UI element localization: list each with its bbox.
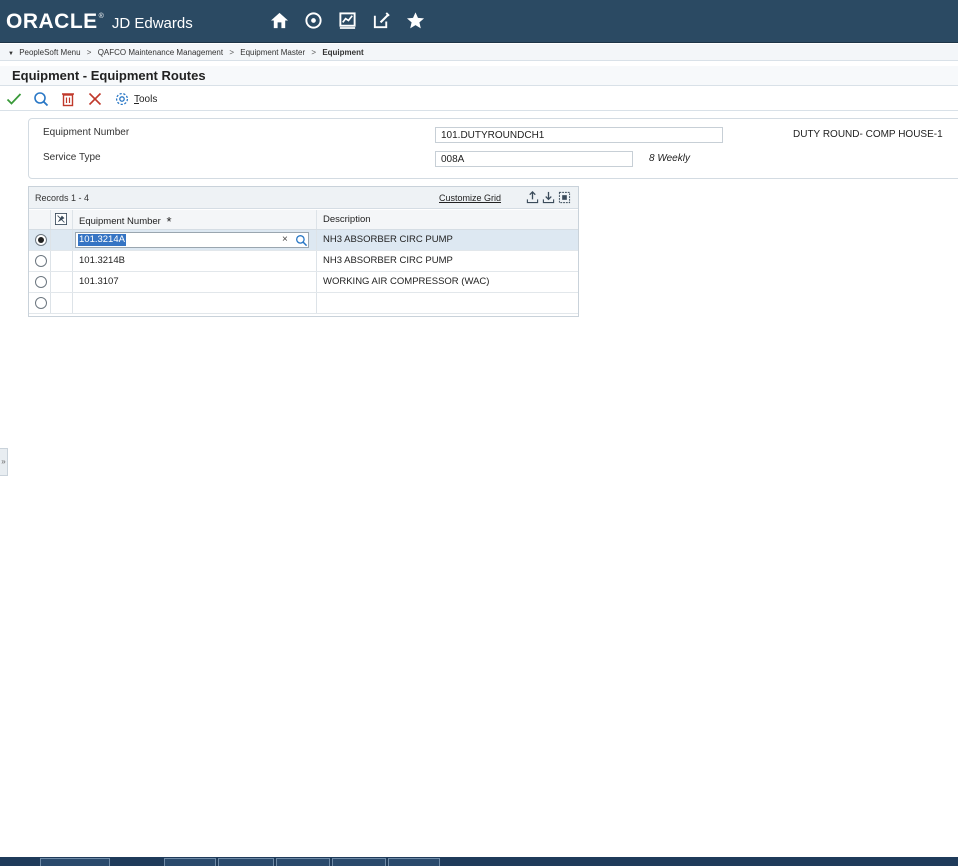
top-banner: ORACLE ® JD Edwards: [0, 0, 958, 43]
row-select-cell: [29, 251, 51, 271]
column-header-description[interactable]: Description: [317, 210, 578, 229]
search-icon[interactable]: [295, 234, 308, 247]
watchlist-icon[interactable]: [336, 9, 358, 31]
find-button[interactable]: [33, 89, 49, 109]
grid-filter-icon: [55, 213, 67, 225]
column-header-equipment-number[interactable]: Equipment Number *: [73, 210, 317, 229]
required-marker: *: [166, 214, 172, 229]
row-radio[interactable]: [35, 276, 47, 288]
row-select-cell: [29, 293, 51, 313]
breadcrumb-item-equipment-master[interactable]: Equipment Master: [240, 48, 305, 57]
favorites-icon[interactable]: [404, 9, 426, 31]
row-icon-cell: [51, 230, 73, 250]
equipment-routes-grid: Records 1 - 4 Customize Grid Equipment N…: [28, 186, 579, 317]
table-row[interactable]: 101.3214B NH3 ABSORBER CIRC PUMP: [29, 251, 578, 272]
equipment-number-field[interactable]: [435, 127, 723, 143]
brand-registered-mark: ®: [98, 13, 104, 20]
tools-button[interactable]: Tools: [114, 89, 157, 109]
breadcrumb-separator: >: [229, 48, 235, 57]
page-title: Equipment - Equipment Routes: [0, 66, 958, 86]
breadcrumb-separator: >: [311, 48, 317, 57]
row-radio[interactable]: [35, 297, 47, 309]
taskbar-item[interactable]: [276, 858, 330, 866]
table-row[interactable]: 101.3107 WORKING AIR COMPRESSOR (WAC): [29, 272, 578, 293]
service-type-field[interactable]: [435, 151, 633, 167]
home-icon[interactable]: [268, 9, 290, 31]
customize-grid-link[interactable]: Customize Grid: [439, 193, 501, 203]
equipment-description: DUTY ROUND- COMP HOUSE-1: [793, 129, 943, 140]
equipment-number-input[interactable]: 101.3214A ×: [75, 232, 309, 248]
records-count: Records 1 - 4: [35, 193, 90, 203]
oracle-jde-logo[interactable]: ORACLE ® JD Edwards: [6, 10, 193, 33]
service-type-label: Service Type: [43, 152, 101, 163]
taskbar: [0, 857, 958, 866]
delete-icon: [62, 93, 74, 107]
ok-icon: [6, 93, 22, 105]
description-cell: NH3 ABSORBER CIRC PUMP: [323, 234, 453, 245]
taskbar-item[interactable]: [164, 858, 216, 866]
row-radio[interactable]: [35, 255, 47, 267]
banner-nav: [268, 9, 426, 31]
form-toolbar: Tools: [0, 88, 958, 111]
brand-product-name: JD Edwards: [111, 15, 193, 32]
maximize-grid-icon[interactable]: [557, 190, 571, 204]
row-icon-cell: [51, 272, 73, 292]
description-cell: NH3 ABSORBER CIRC PUMP: [323, 255, 453, 266]
tools-icon: [115, 92, 129, 106]
row-select-cell: [29, 272, 51, 292]
ok-button[interactable]: [6, 89, 22, 109]
cancel-icon: [88, 92, 102, 106]
breadcrumb-item-qafco-maintenance[interactable]: QAFCO Maintenance Management: [98, 48, 223, 57]
breadcrumb-item-peoplesoft-menu[interactable]: PeopleSoft Menu: [19, 48, 80, 57]
export-icon[interactable]: [525, 190, 539, 204]
equipment-number-cell[interactable]: 101.3214B: [73, 251, 317, 271]
header-panel: Equipment Number DUTY ROUND- COMP HOUSE-…: [28, 118, 958, 179]
service-type-description: 8 Weekly: [649, 153, 690, 164]
row-select-cell: [29, 230, 51, 250]
equipment-number-cell[interactable]: 101.3107: [73, 272, 317, 292]
table-row[interactable]: 101.3214A × NH3 ABSORBER CIRC PUMP: [29, 230, 578, 251]
column-header-equipment-number-label: Equipment Number: [79, 216, 161, 227]
grid-header-icon-cell[interactable]: [51, 210, 73, 229]
cancel-button[interactable]: [87, 89, 103, 109]
taskbar-item[interactable]: [388, 858, 440, 866]
row-radio[interactable]: [35, 234, 47, 246]
breadcrumb-menu-caret-icon[interactable]: ▼: [8, 51, 14, 57]
brand-oracle: ORACLE: [6, 10, 98, 33]
find-icon: [34, 92, 49, 107]
breadcrumb: ▼ PeopleSoft Menu > QAFCO Maintenance Ma…: [0, 44, 958, 61]
equipment-number-cell[interactable]: [73, 293, 317, 313]
taskbar-item[interactable]: [332, 858, 386, 866]
table-row[interactable]: [29, 293, 578, 314]
taskbar-item[interactable]: [218, 858, 274, 866]
clear-icon[interactable]: ×: [282, 234, 288, 246]
grid-header-select: [29, 210, 51, 229]
tools-label: Tools: [134, 93, 158, 105]
row-icon-cell: [51, 251, 73, 271]
import-icon[interactable]: [541, 190, 555, 204]
equipment-number-input-value: 101.3214A: [78, 234, 126, 246]
grid-tools: [525, 190, 571, 204]
equipment-number-label: Equipment Number: [43, 127, 130, 138]
row-icon-cell: [51, 293, 73, 313]
description-cell: WORKING AIR COMPRESSOR (WAC): [323, 276, 490, 287]
side-panel-expand-handle[interactable]: »: [0, 448, 8, 476]
grid-header-row: Equipment Number * Description: [29, 210, 578, 230]
description-cell: [317, 293, 578, 313]
open-app-icon[interactable]: [370, 9, 392, 31]
delete-button[interactable]: [60, 89, 76, 109]
breadcrumb-item-equipment: Equipment: [322, 48, 364, 57]
taskbar-item[interactable]: [40, 858, 110, 866]
recent-icon[interactable]: [302, 9, 324, 31]
breadcrumb-separator: >: [86, 48, 92, 57]
grid-toolbar: Records 1 - 4 Customize Grid: [29, 187, 578, 209]
